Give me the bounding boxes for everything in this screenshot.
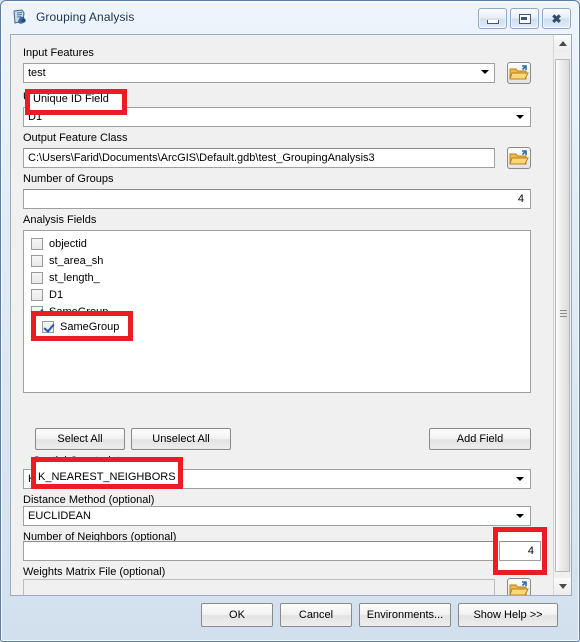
chevron-down-icon xyxy=(559,584,567,589)
field-label: st_length_ xyxy=(49,271,100,284)
distance-method-label: Distance Method (optional) xyxy=(23,494,155,506)
window-title: Grouping Analysis xyxy=(36,10,135,24)
dialog-button-bar: OK Cancel Environments... Show Help >> xyxy=(2,594,580,640)
field-checkbox[interactable] xyxy=(31,254,43,267)
number-of-groups-input[interactable]: 4 xyxy=(23,189,531,209)
add-field-button[interactable]: Add Field xyxy=(429,428,531,450)
output-feature-class-input[interactable]: C:\Users\Farid\Documents\ArcGIS\Default.… xyxy=(23,148,495,168)
scroll-up-button[interactable] xyxy=(554,35,571,52)
minimize-button[interactable] xyxy=(478,8,507,29)
spatial-constraints-value-overlay: K_NEAREST_NEIGHBORS xyxy=(38,471,176,483)
scrollbar-thumb[interactable] xyxy=(555,59,570,572)
grouping-analysis-dialog: Grouping Analysis ✖ Input Features test xyxy=(0,0,580,642)
restore-button[interactable] xyxy=(510,8,539,29)
chevron-up-icon xyxy=(559,41,567,46)
chevron-down-icon xyxy=(516,514,524,518)
unselect-all-button[interactable]: Unselect All xyxy=(131,428,231,450)
weights-matrix-file-label: Weights Matrix File (optional) xyxy=(23,566,166,578)
close-icon: ✖ xyxy=(551,11,562,26)
arcgis-tool-icon xyxy=(11,8,29,26)
number-of-neighbors-input-overlay[interactable]: 4 xyxy=(499,541,541,561)
field-checkbox[interactable] xyxy=(31,237,43,250)
close-button[interactable]: ✖ xyxy=(542,8,571,29)
minimize-icon xyxy=(487,20,499,24)
input-features-label: Input Features xyxy=(23,47,94,59)
number-of-groups-label: Number of Groups xyxy=(23,173,114,185)
samegroup-field-overlay[interactable]: SameGroup xyxy=(35,318,119,335)
field-label: D1 xyxy=(49,288,64,301)
distance-method-combo[interactable]: EUCLIDEAN xyxy=(23,506,531,526)
analysis-fields-label: Analysis Fields xyxy=(23,214,97,226)
list-item[interactable]: D1 xyxy=(24,286,530,303)
scroll-down-button[interactable] xyxy=(554,578,571,595)
title-bar[interactable]: Grouping Analysis ✖ xyxy=(2,2,580,32)
list-item[interactable]: st_length_ xyxy=(24,269,530,286)
unique-id-field-label-overlay: Unique ID Field xyxy=(33,93,109,105)
input-features-combo[interactable]: test xyxy=(23,63,495,83)
field-label: st_area_sh xyxy=(49,254,104,267)
field-label: SameGroup xyxy=(60,320,120,333)
window-controls: ✖ xyxy=(478,8,571,29)
field-checkbox[interactable] xyxy=(31,271,43,284)
input-features-browse-button[interactable] xyxy=(507,62,531,84)
dialog-client-area: Input Features test Unique ID Field D1 O… xyxy=(10,34,572,596)
select-all-button[interactable]: Select All xyxy=(35,428,125,450)
vertical-scrollbar[interactable] xyxy=(553,35,571,595)
output-feature-class-label: Output Feature Class xyxy=(23,132,128,144)
environments-button[interactable]: Environments... xyxy=(359,603,451,627)
ok-button[interactable]: OK xyxy=(201,603,273,627)
chevron-down-icon xyxy=(516,115,524,119)
analysis-fields-list-body: objectid st_area_sh st_length_ D1 SameGr… xyxy=(24,231,530,320)
cancel-button[interactable]: Cancel xyxy=(280,603,352,627)
field-checkbox[interactable] xyxy=(31,288,43,301)
field-checkbox[interactable] xyxy=(42,320,54,333)
list-item[interactable]: st_area_sh xyxy=(24,252,530,269)
show-help-button[interactable]: Show Help >> xyxy=(458,603,558,627)
output-feature-class-browse-button[interactable] xyxy=(507,147,531,169)
chevron-down-icon xyxy=(516,477,524,481)
number-of-neighbors-input[interactable]: 4 xyxy=(23,541,531,561)
field-label: objectid xyxy=(49,237,87,250)
list-item[interactable]: objectid xyxy=(24,235,530,252)
parameter-scroll-area: Input Features test Unique ID Field D1 O… xyxy=(11,35,556,595)
